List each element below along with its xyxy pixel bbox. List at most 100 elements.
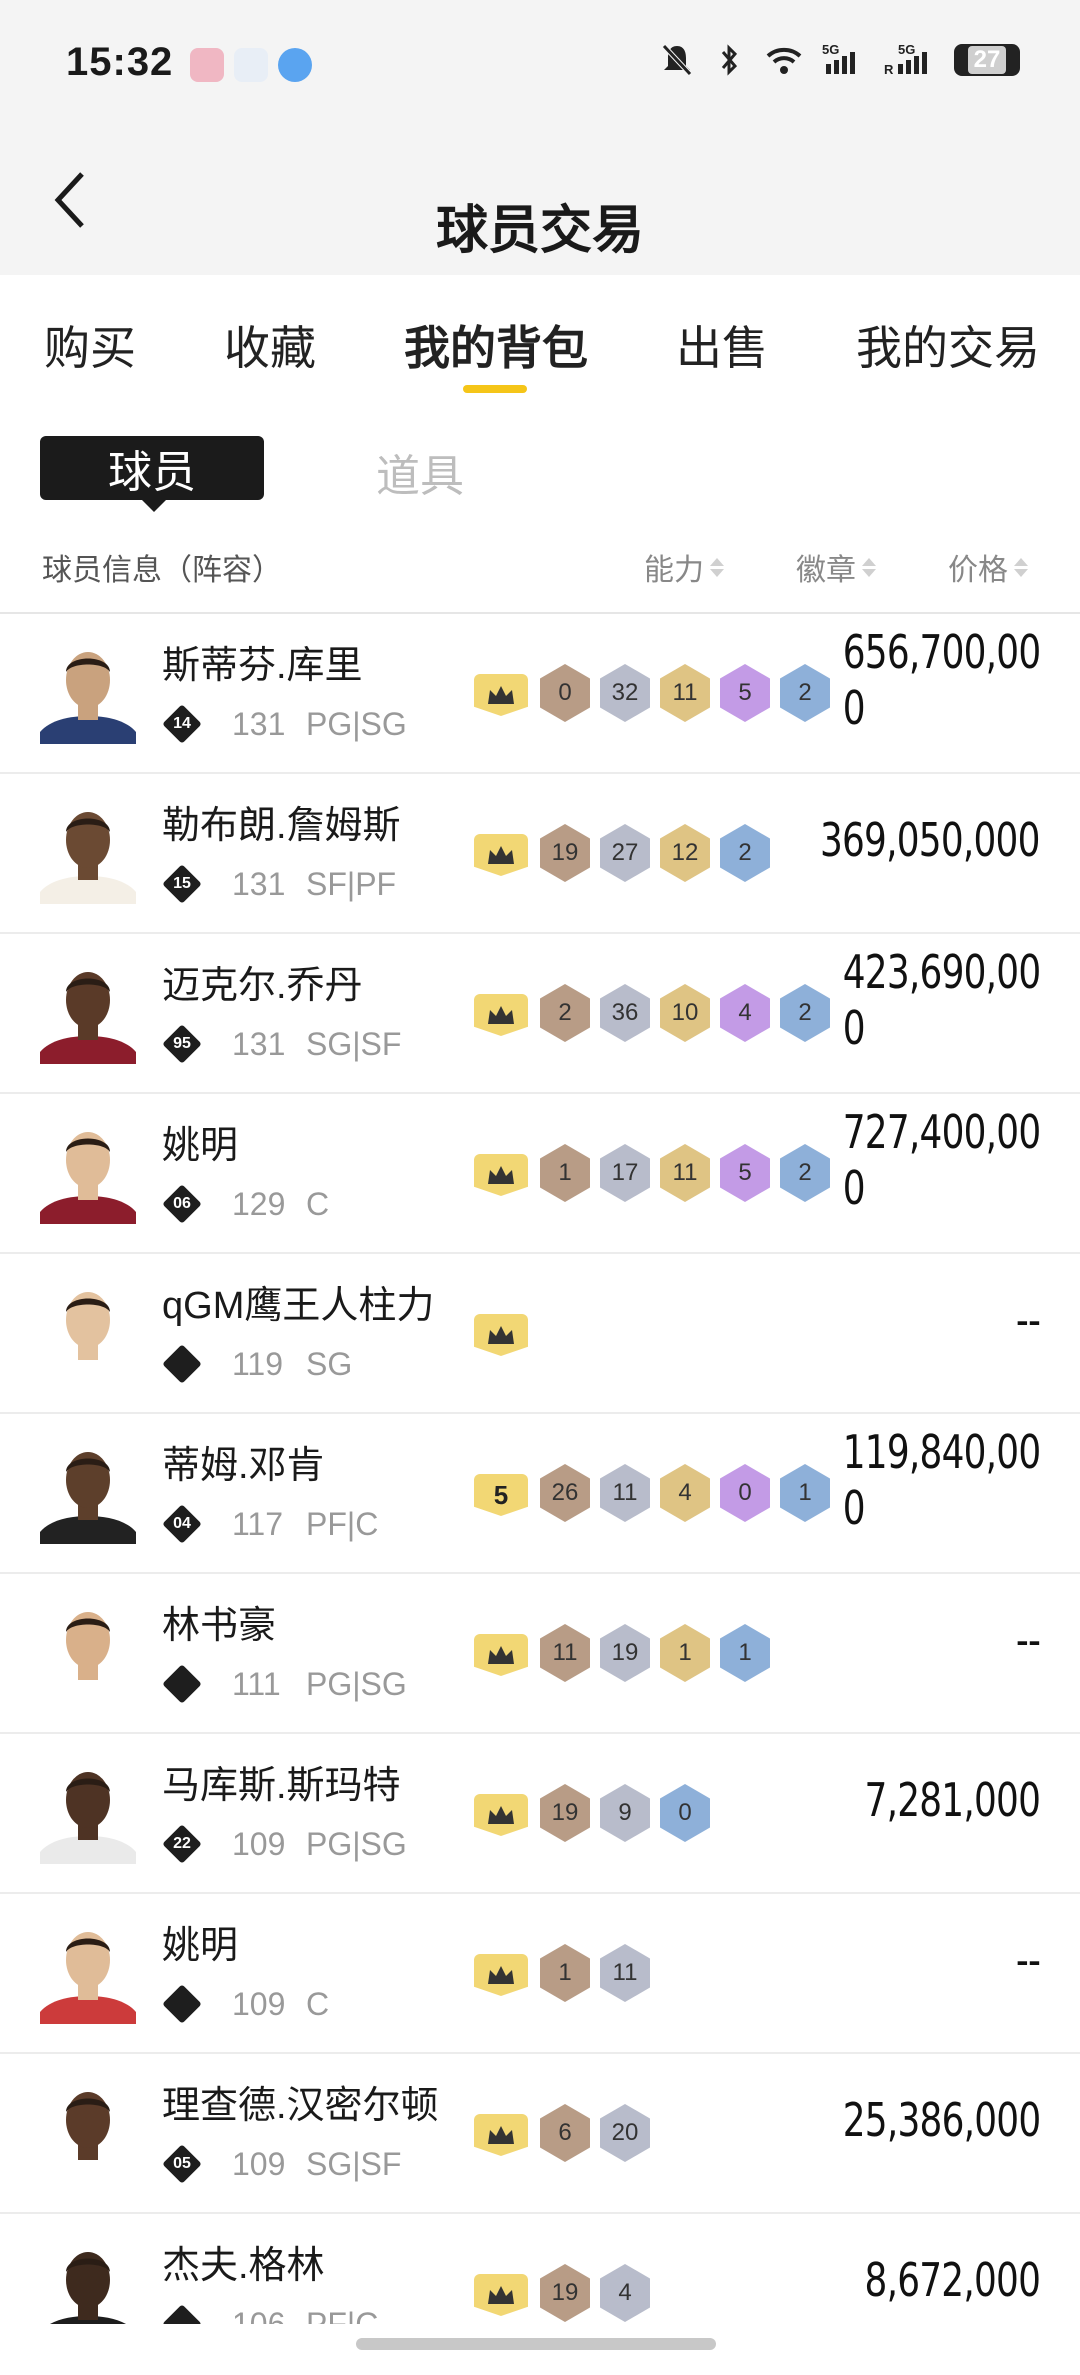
page-title: 球员交易 (435, 202, 644, 260)
column-badge-sort[interactable]: 徽章 (796, 545, 876, 589)
signal-5g-icon: 5G (822, 42, 855, 74)
player-avatar (40, 1920, 136, 2024)
badge-hex-silver: 4 (600, 2264, 650, 2322)
player-row[interactable]: 林书豪 111 PG|SG 11 19 1 1 -- (0, 1574, 1080, 1734)
player-ovr: 109 (232, 1825, 286, 1862)
player-ovr: 109 (232, 1985, 286, 2022)
player-price: -- (1015, 1613, 1041, 1667)
player-meta: 05 109 SG|SF (162, 2144, 401, 2184)
badge-hex-gold: 10 (660, 984, 710, 1042)
badge-hex-gold: 11 (660, 1144, 710, 1202)
badge-hex-purple: 5 (720, 1144, 770, 1202)
badge-hex-blue: 0 (660, 1784, 710, 1842)
badge-hex-blue: 1 (720, 1624, 770, 1682)
player-avatar (40, 640, 136, 744)
crown-tier-icon (474, 1954, 528, 1996)
subtab-players[interactable]: 球员 (40, 436, 264, 512)
badge-hex-blue: 2 (780, 984, 830, 1042)
tab-my-trades[interactable]: 我的交易 (856, 312, 1040, 378)
tier-badge: 5 (474, 1474, 528, 1516)
player-price: 656,700,00 0 (842, 625, 1040, 735)
player-avatar (40, 1600, 136, 1704)
player-position: SG|SF (306, 1025, 402, 1062)
active-tab-indicator (463, 385, 527, 393)
player-ovr: 106 (232, 2305, 286, 2325)
column-player-info: 球员信息（阵容） (42, 554, 282, 587)
badge-counts: 11 19 1 1 (540, 1624, 770, 1682)
badge-hex-gold: 11 (660, 664, 710, 722)
player-row[interactable]: 姚明 06 129 C 1 17 11 5 2 727,400,00 0 (0, 1094, 1080, 1254)
badge-counts: 26 11 4 0 1 (540, 1464, 830, 1522)
player-position: PG|SG (306, 1825, 407, 1862)
player-price: 423,690,00 0 (842, 945, 1040, 1055)
badge-counts: 2 36 10 4 2 (540, 984, 830, 1042)
badge-hex-gold: 12 (660, 824, 710, 882)
badge-hex-silver: 11 (600, 1464, 650, 1522)
player-row[interactable]: 姚明 109 C 1 11 -- (0, 1894, 1080, 2054)
player-meta: 06 129 C (162, 1184, 329, 1224)
home-indicator[interactable] (356, 2338, 716, 2350)
player-name: 杰夫.格林 (162, 2245, 325, 2287)
player-row[interactable]: 斯蒂芬.库里 14 131 PG|SG 0 32 11 5 2 656,700,00 0 (0, 614, 1080, 774)
column-ability-sort[interactable]: 能力 (644, 545, 724, 589)
player-ovr: 131 (232, 1025, 286, 1062)
player-price: 7,281,000 (864, 1773, 1040, 1827)
player-row[interactable]: 马库斯.斯玛特 22 109 PG|SG 19 9 0 7,281,000 (0, 1734, 1080, 1894)
player-price: -- (1015, 1933, 1041, 1987)
player-list: 斯蒂芬.库里 14 131 PG|SG 0 32 11 5 2 656,700,00 0 勒… (0, 614, 1080, 2324)
player-price: 727,400,00 0 (842, 1105, 1040, 1215)
player-price: 8,672,000 (864, 2253, 1040, 2307)
player-name: 迈克尔.乔丹 (162, 965, 363, 1007)
column-price-sort[interactable]: 价格 (948, 545, 1028, 589)
badge-hex-blue: 1 (780, 1464, 830, 1522)
sort-icon (1014, 557, 1028, 577)
player-name: 林书豪 (162, 1605, 277, 1647)
player-meta: 111 PG|SG (162, 1664, 407, 1704)
player-row[interactable]: qGM鹰王人柱力 119 SG -- (0, 1254, 1080, 1414)
player-row[interactable]: 理查德.汉密尔顿 05 109 SG|SF 6 20 25,386,000 (0, 2054, 1080, 2214)
crown-tier-icon (474, 834, 528, 876)
badge-hex-silver: 19 (600, 1624, 650, 1682)
tab-favorites[interactable]: 收藏 (224, 312, 316, 378)
bluetooth-icon (721, 44, 738, 76)
player-row[interactable]: 勒布朗.詹姆斯 15 131 SF|PF 19 27 12 2 369,050,000 (0, 774, 1080, 934)
tab-buy[interactable]: 购买 (44, 312, 136, 378)
sort-icon (862, 557, 876, 577)
badge-hex-purple: 5 (720, 664, 770, 722)
system-status: 5G R 5G 27 (660, 42, 1020, 78)
player-row[interactable]: 迈克尔.乔丹 95 131 SG|SF 2 36 10 4 2 423,690,00 0 (0, 934, 1080, 1094)
player-name: 斯蒂芬.库里 (162, 645, 363, 687)
badge-hex-bronze: 2 (540, 984, 590, 1042)
crown-tier-icon (474, 2114, 528, 2156)
player-price: -- (1015, 1293, 1041, 1347)
badge-hex-silver: 11 (600, 1944, 650, 2002)
signal-5g-roaming-icon: R 5G (884, 42, 927, 77)
player-name: 姚明 (162, 1125, 239, 1167)
player-position: SG (306, 1345, 353, 1382)
player-row[interactable]: 蒂姆.邓肯 04 117 PF|C 5 26 11 4 0 1 119,840,00 0 (0, 1414, 1080, 1574)
player-meta: 95 131 SG|SF (162, 1024, 401, 1064)
badge-hex-blue: 2 (720, 824, 770, 882)
player-avatar (40, 2240, 136, 2324)
page-header: 球员交易 (0, 130, 1080, 275)
tab-sell[interactable]: 出售 (676, 312, 768, 378)
player-meta: 04 117 PF|C (162, 1504, 378, 1544)
jersey-number-icon (162, 1984, 202, 2024)
player-meta: 106 PF|C (162, 2304, 378, 2324)
badge-hex-gold: 4 (660, 1464, 710, 1522)
status-time: 15:32 (66, 40, 174, 84)
tab-my-backpack[interactable]: 我的背包 (404, 312, 588, 378)
player-price: 369,050,000 (820, 813, 1040, 867)
crown-tier-icon (474, 1634, 528, 1676)
player-avatar (40, 1760, 136, 1864)
crown-tier-icon (474, 2274, 528, 2316)
jersey-number-icon: 06 (162, 1184, 202, 1224)
subtab-items[interactable]: 道具 (376, 440, 464, 504)
crown-tier-icon (474, 1794, 528, 1836)
mute-bell-icon (662, 44, 692, 76)
jersey-number-icon (162, 1344, 202, 1384)
badge-hex-bronze: 11 (540, 1624, 590, 1682)
player-name: 马库斯.斯玛特 (162, 1765, 401, 1807)
player-row[interactable]: 杰夫.格林 106 PF|C 19 4 8,672,000 (0, 2214, 1080, 2324)
player-price: 119,840,00 0 (842, 1425, 1040, 1535)
